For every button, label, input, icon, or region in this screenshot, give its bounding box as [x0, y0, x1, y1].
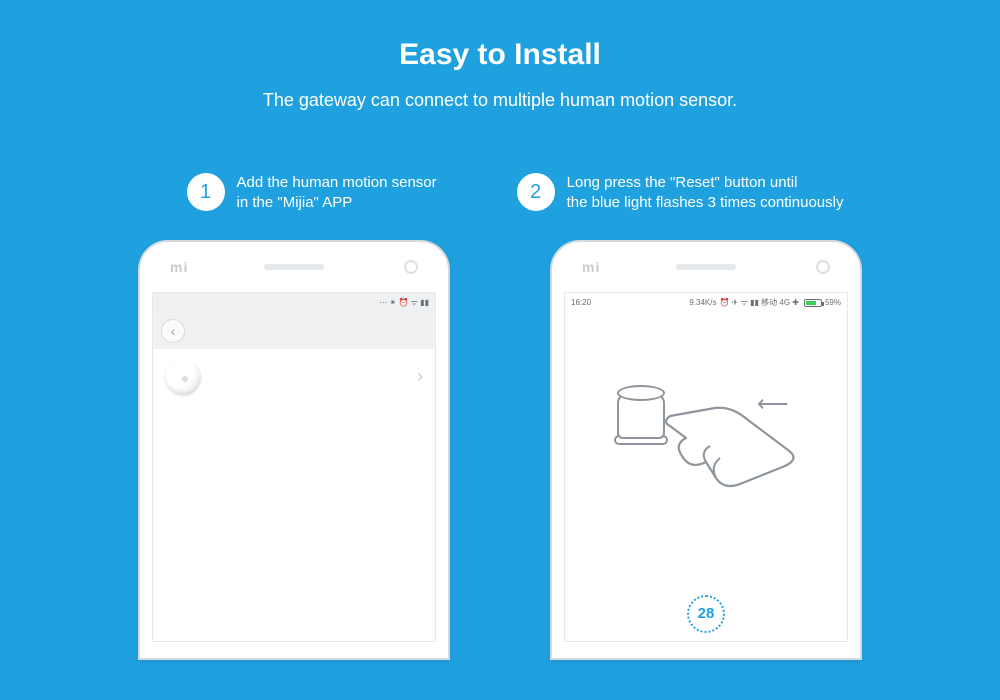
phone-mockup-2: mi 16:20 9.34K/s ⏰ ✈ ᯤ ▮▮ 移动 4G ✚ 59%	[550, 240, 862, 660]
phone-side-button	[448, 367, 450, 417]
step-2-text: Long press the "Reset" button until the …	[567, 173, 844, 214]
battery-percent: 59%	[825, 298, 841, 307]
page-title: Easy to Install	[0, 38, 1000, 72]
step-1-text: Add the human motion sensor in the "Miji…	[237, 173, 437, 214]
chevron-right-icon: ›	[417, 366, 423, 387]
status-time: 16:20	[571, 298, 591, 307]
front-camera-icon	[404, 260, 418, 274]
step-2-line1: Long press the "Reset" button until	[567, 174, 798, 191]
device-list-item[interactable]: ›	[153, 349, 435, 405]
header: Easy to Install The gateway can connect …	[0, 0, 1000, 111]
phone-side-button	[860, 322, 862, 350]
mi-logo: mi	[582, 259, 600, 275]
back-button[interactable]: ‹	[161, 319, 185, 343]
status-icons: ⏰ ✈ ᯤ ▮▮ 移动 4G ✚	[720, 297, 799, 308]
nav-bar: ‹	[153, 313, 435, 349]
motion-sensor-icon	[165, 359, 201, 395]
chevron-left-icon: ‹	[171, 323, 176, 339]
phone-side-button	[860, 367, 862, 417]
step-2: 2 Long press the "Reset" button until th…	[517, 173, 844, 214]
phone-side-button	[448, 322, 450, 350]
step-1-line2: in the "Mijia" APP	[237, 194, 353, 211]
phones-row: mi ⋯ ⁕ ⏰ ᯤ ▮▮ ‹ › mi	[0, 240, 1000, 660]
phone-top-bezel: mi	[140, 242, 448, 292]
battery-icon	[804, 299, 822, 307]
phone-2-screen: 16:20 9.34K/s ⏰ ✈ ᯤ ▮▮ 移动 4G ✚ 59%	[564, 292, 848, 642]
status-bar: 16:20 9.34K/s ⏰ ✈ ᯤ ▮▮ 移动 4G ✚ 59%	[565, 293, 847, 313]
mi-logo: mi	[170, 259, 188, 275]
steps-row: 1 Add the human motion sensor in the "Mi…	[0, 173, 1000, 214]
step-1-badge: 1	[187, 173, 225, 211]
phone-mockup-1: mi ⋯ ⁕ ⏰ ᯤ ▮▮ ‹ ›	[138, 240, 450, 660]
speaker-slot	[264, 264, 324, 270]
countdown-timer: 28	[687, 595, 725, 633]
front-camera-icon	[816, 260, 830, 274]
arrow-left-icon: ⟵	[757, 391, 789, 417]
status-net-speed: 9.34K/s	[689, 298, 716, 307]
phone-top-bezel: mi	[552, 242, 860, 292]
reset-illustration: ⟵	[565, 313, 847, 563]
step-1-line1: Add the human motion sensor	[237, 174, 437, 191]
phone-1-screen: ⋯ ⁕ ⏰ ᯤ ▮▮ ‹ ›	[152, 292, 436, 642]
status-icons: ⋯ ⁕ ⏰ ᯤ ▮▮	[379, 297, 429, 308]
page-subtitle: The gateway can connect to multiple huma…	[0, 90, 1000, 111]
step-1: 1 Add the human motion sensor in the "Mi…	[187, 173, 437, 214]
speaker-slot	[676, 264, 736, 270]
step-2-badge: 2	[517, 173, 555, 211]
status-bar: ⋯ ⁕ ⏰ ᯤ ▮▮	[153, 293, 435, 313]
step-2-line2: the blue light flashes 3 times continuou…	[567, 194, 844, 211]
